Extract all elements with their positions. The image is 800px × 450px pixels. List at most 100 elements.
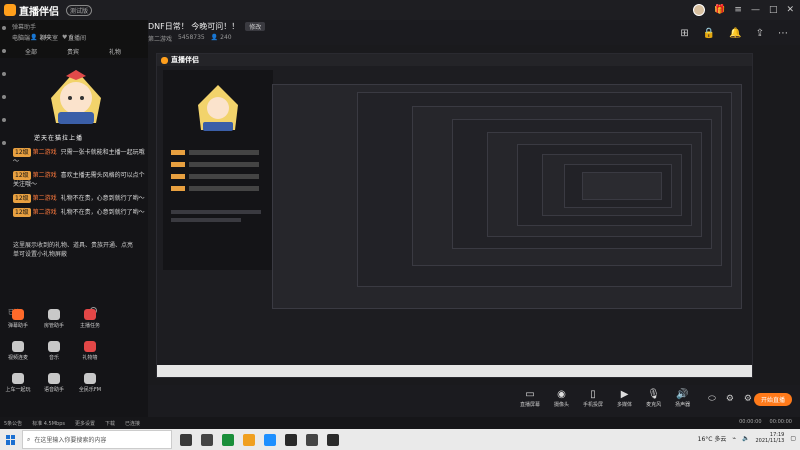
status-bitrate[interactable]: 标准 4.5Mbps <box>32 420 65 427</box>
left-rail-dots <box>2 26 6 145</box>
media-label: 多媒体 <box>617 402 633 408</box>
phone-cast-button[interactable]: ▯ 手机投屏 <box>583 389 603 408</box>
taskbar-app-icon[interactable] <box>222 433 234 446</box>
rail-dot[interactable] <box>2 95 6 99</box>
settings-icon[interactable]: ⚙ <box>726 394 734 404</box>
rail-dot[interactable] <box>2 49 6 53</box>
mic-button[interactable]: 🎙 麦克风 <box>646 389 661 408</box>
system-tray: 16°C 多云 ⌁ 🔈 17:19 2021/11/13 ▢ <box>698 432 796 444</box>
captured-screen: 直播伴侣 <box>156 53 753 378</box>
right-controls: ⬭ ⚙ ⚙ <box>708 394 752 404</box>
tool-icon <box>84 373 96 384</box>
subtab-all[interactable]: 全部 <box>25 47 37 56</box>
weather-widget[interactable]: 16°C 多云 <box>698 434 727 443</box>
chat-message: 12级 第二游戏 只需一张卡就能和主播一起玩哦～ <box>13 148 148 166</box>
bell-icon[interactable]: 🔔 <box>729 28 741 39</box>
streamer-avatar-image <box>51 70 101 124</box>
source-controls: ▭ 直播屏幕 ◉ 摄像头 ▯ 手机投屏 ▶ 多媒体 🎙 麦克风 🔊 扬声器 <box>520 389 690 408</box>
tool-item[interactable]: 礼物墙 <box>72 337 108 365</box>
taskbar-app-icon[interactable] <box>264 433 276 446</box>
room-id: 5458735 <box>178 34 205 41</box>
camera-label: 摄像头 <box>554 402 570 408</box>
taskbar-search[interactable]: ⌕ 在这里输入你要搜索的内容 <box>22 430 172 449</box>
chat-username[interactable]: 第二游戏 <box>33 195 57 202</box>
notification-icon[interactable]: ▢ <box>790 435 796 442</box>
taskbar-app-icon[interactable] <box>180 433 192 446</box>
more-icon[interactable]: ⋯ <box>778 28 788 39</box>
taskbar-app-icon[interactable] <box>285 433 297 446</box>
tool-item[interactable]: 弹幕助手 <box>0 305 36 333</box>
minimize-icon[interactable]: — <box>751 5 760 15</box>
gift-icon[interactable]: 🎁 <box>714 5 725 15</box>
tab-pc[interactable]: 电脑端 <box>12 33 30 42</box>
tools-grid: 弹幕助手 房管助手 主播任务视频连麦 音乐 礼物墙上车一起玩 语音助手 全民乐FM <box>0 305 110 397</box>
user-avatar[interactable] <box>693 4 706 16</box>
tool-item[interactable]: 视频连麦 <box>0 337 36 365</box>
status-announce[interactable]: 5条公告 <box>4 420 22 427</box>
user-level-badge: 12级 <box>13 171 31 180</box>
inner-logo-icon <box>161 56 168 64</box>
gear-icon[interactable]: ⚙ <box>744 394 752 404</box>
phone-label: 手机投屏 <box>583 402 604 408</box>
tool-icon <box>48 309 60 320</box>
taskbar-app-icon[interactable] <box>201 433 213 446</box>
mic-icon: 🎙 <box>647 389 660 400</box>
record-timer: 00:00:00 <box>769 419 792 425</box>
camera-button[interactable]: ◉ 摄像头 <box>554 389 569 408</box>
media-button[interactable]: ▶ 多媒体 <box>617 389 632 408</box>
room-info: DNF日常！ 今晚可问！！ 修改 第二游戏 5458735 👤 240 <box>148 21 266 45</box>
speaker-button[interactable]: 🔊 扬声器 <box>675 389 690 408</box>
record-icon[interactable]: ⬭ <box>708 394 716 404</box>
inner-app-topbar: 直播伴侣 <box>157 54 752 66</box>
chat-text: 礼物不在贵，心意到就行了哟～ <box>60 209 145 216</box>
tool-label: 音乐 <box>48 355 59 361</box>
tool-item[interactable]: 音乐 <box>36 337 72 365</box>
stream-preview: 直播伴侣 <box>148 45 800 385</box>
speaker-label: 扬声器 <box>675 402 691 408</box>
rail-dot[interactable] <box>2 118 6 122</box>
edit-title-button[interactable]: 修改 <box>245 22 266 31</box>
start-button[interactable] <box>0 429 22 450</box>
stream-timer: 00:00:00 <box>739 419 762 425</box>
go-live-button[interactable]: 开始直播 <box>754 393 792 406</box>
lock-icon[interactable]: 🔒 <box>703 28 715 39</box>
chat-message: 12级 第二游戏 礼物不在贵，心意到就行了哟～ <box>13 208 148 217</box>
status-more-settings[interactable]: 更多设置 <box>75 420 95 427</box>
share-icon[interactable]: ⇪ <box>756 28 764 39</box>
taskbar-app-icon[interactable] <box>243 433 255 446</box>
chat-username[interactable]: 第二游戏 <box>33 149 57 156</box>
rail-dot[interactable] <box>2 72 6 76</box>
tool-item[interactable]: 语音助手 <box>36 369 72 397</box>
mic-label: 麦克风 <box>646 402 662 408</box>
network-icon[interactable]: ⌁ <box>732 435 736 442</box>
tool-item[interactable]: 主播任务 <box>72 305 108 333</box>
subtab-gifts[interactable]: 礼物 <box>109 47 121 56</box>
screen-button[interactable]: ▭ 直播屏幕 <box>520 389 540 408</box>
tool-icon <box>84 309 96 320</box>
menu-icon[interactable]: ≡ <box>734 5 742 15</box>
room-title: DNF日常！ 今晚可问！！ <box>148 22 240 31</box>
rail-dot[interactable] <box>2 26 6 30</box>
left-panel-header: 弹幕助手 电脑端 聊天室 直播间 👤 240 ♥ 6 全部 贵宾 礼物 <box>0 20 148 58</box>
close-icon[interactable]: ✕ <box>786 5 794 15</box>
subtab-vip[interactable]: 贵宾 <box>67 47 79 56</box>
room-category[interactable]: 第二游戏 <box>148 34 172 43</box>
clock[interactable]: 17:19 2021/11/13 <box>756 432 785 444</box>
tool-item[interactable]: 上车一起玩 <box>0 369 36 397</box>
taskbar-app-icon[interactable] <box>306 433 318 446</box>
rail-dot[interactable] <box>2 141 6 145</box>
status-download[interactable]: 下载 <box>105 420 115 427</box>
maximize-icon[interactable]: □ <box>769 5 778 15</box>
volume-icon[interactable]: 🔈 <box>742 435 749 442</box>
layout-icon[interactable]: ⊞ <box>680 28 688 39</box>
tool-item[interactable]: 全民乐FM <box>72 369 108 397</box>
tool-label: 礼物墙 <box>82 355 98 361</box>
chat-username[interactable]: 第二游戏 <box>33 209 57 216</box>
tool-icon <box>84 341 96 352</box>
chat-username[interactable]: 第二游戏 <box>33 172 57 179</box>
logo-icon <box>4 4 16 16</box>
tool-item[interactable]: 房管助手 <box>36 305 72 333</box>
user-level-badge: 12级 <box>13 194 31 203</box>
stat-fans-value: 6 <box>69 34 74 41</box>
taskbar-app-icon[interactable] <box>327 433 339 446</box>
